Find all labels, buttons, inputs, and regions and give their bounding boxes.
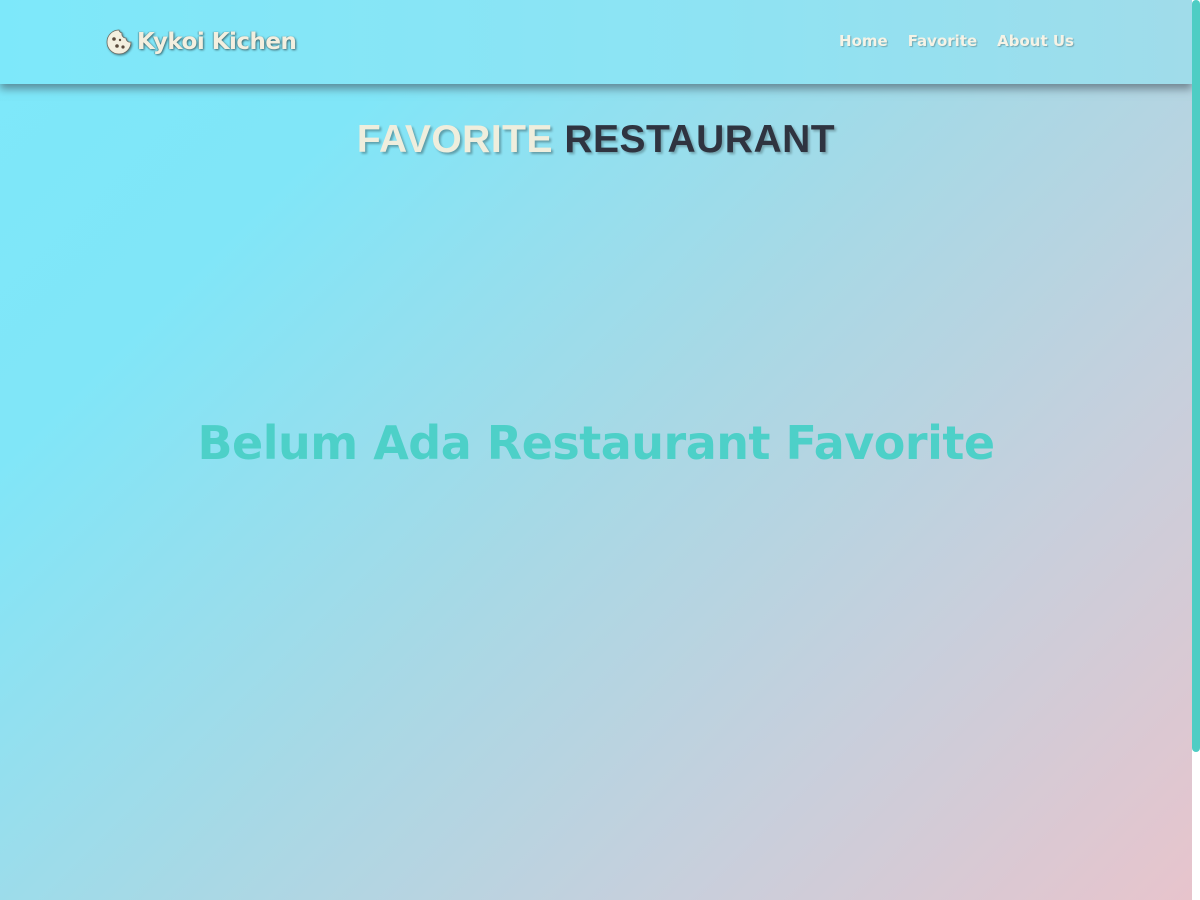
nav-link-home[interactable]: Home [839,32,888,50]
nav-links: Home Favorite About Us [839,32,1074,50]
brand-name: Kykoi Kichen [137,29,297,55]
brand-logo[interactable]: Kykoi Kichen [105,26,297,58]
page-title-highlight: FAVORITE [356,118,553,161]
cookie-icon [105,28,133,56]
nav-link-about-us[interactable]: About Us [997,32,1074,50]
scrollbar-thumb[interactable] [1192,0,1200,752]
navbar: Kykoi Kichen Home Favorite About Us [0,0,1192,84]
page-title-main: RESTAURANT [564,118,836,161]
page-title: FAVORITE RESTAURANT [0,118,1192,162]
nav-link-favorite[interactable]: Favorite [908,32,977,50]
empty-state-message: Belum Ada Restaurant Favorite [197,416,995,470]
